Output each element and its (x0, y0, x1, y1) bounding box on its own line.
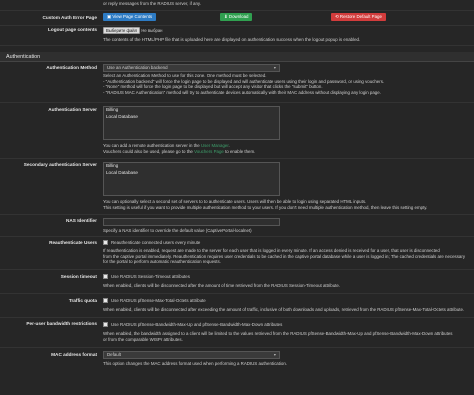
help-text: You can add a remote authentication serv… (103, 143, 201, 148)
nas-identifier-input[interactable] (103, 218, 280, 226)
auth-server-label: Authentication Server (48, 107, 97, 112)
view-page-button[interactable]: ▣ View Page Contents (103, 13, 157, 21)
nas-identifier-label: NAS Identifier (66, 218, 97, 223)
reauthenticate-help: If reauthentication is enabled, request … (103, 248, 466, 265)
authentication-section-header: Authentication (0, 52, 474, 62)
session-timeout-checkbox-wrap[interactable]: Use RADIUS Session-Timeout attributes (103, 274, 466, 280)
auth-method-help: Select an Authentication Method to use f… (103, 73, 466, 95)
mac-format-help: This option changes the MAC address form… (103, 361, 288, 366)
logout-page-label: Logout page contents (48, 27, 97, 32)
help-text: to enable them. (223, 148, 256, 154)
help-text: . (228, 143, 230, 148)
reauthenticate-checkbox-label: Reauthenticate connected users every min… (111, 240, 201, 245)
bandwidth-checkbox-wrap[interactable]: Use RADIUS pfSense-Bandwidth-Max-Up and … (103, 322, 466, 328)
auth-method-selected: Use an Authentication backend (107, 65, 168, 70)
chevron-down-icon: ▾ (273, 352, 276, 357)
previous-setting-row: or reply messages from the RADIUS server… (0, 0, 474, 11)
auth-method-help-line: - "RADIUS MAC Authentication" method wil… (103, 89, 381, 95)
session-timeout-help: When enabled, clients will be disconnect… (103, 283, 341, 288)
traffic-quota-checkbox-label: Use RADIUS pfSense-Max-Total-Octets attr… (111, 298, 206, 303)
bandwidth-label: Per-user bandwidth restrictions (26, 321, 97, 326)
auth-server-option[interactable]: Billing (104, 107, 279, 114)
download-button[interactable]: ⬇ Download (220, 13, 253, 21)
secondary-server-help: You can optionally select a second set o… (103, 199, 466, 210)
session-timeout-checkbox-label: Use RADIUS Session-Timeout attributes (111, 274, 190, 279)
logout-file-input[interactable]: Выберите файл Не выбран (103, 27, 162, 34)
traffic-quota-checkbox-wrap[interactable]: Use RADIUS pfSense-Max-Total-Octets attr… (103, 298, 466, 304)
auth-server-help: You can add a remote authentication serv… (103, 143, 466, 154)
download-icon: ⬇ (224, 14, 228, 19)
session-timeout-row: Session timeout Use RADIUS Session-Timeo… (0, 270, 474, 294)
auth-method-row: Authentication Method Use an Authenticat… (0, 62, 474, 103)
auth-server-help-line-2: Vouchers could also be used, please go t… (103, 149, 466, 155)
secondary-server-option[interactable]: Local Database (104, 170, 279, 177)
mac-format-select[interactable]: Default ▾ (103, 351, 280, 359)
custom-auth-error-label: Custom Auth Error Page (42, 15, 97, 20)
reauthenticate-help-line: If reauthentication is enabled, request … (103, 248, 440, 253)
bandwidth-help-line: or from the comparable WISPr attributes. (103, 336, 183, 342)
logout-page-help: The contents of the HTML/PHP file that i… (103, 37, 361, 42)
choose-file-button[interactable]: Выберите файл (103, 27, 141, 34)
user-manager-link[interactable]: User Manager (201, 143, 229, 148)
view-page-button-label: View Page Contents (112, 14, 153, 19)
secondary-server-option[interactable]: Billing (104, 163, 279, 170)
auth-method-select[interactable]: Use an Authentication backend ▾ (103, 64, 280, 72)
session-timeout-checkbox[interactable] (103, 274, 108, 280)
traffic-quota-checkbox[interactable] (103, 298, 108, 304)
secondary-server-row: Secondary authentication Server Billing … (0, 159, 474, 215)
vouchers-page-link[interactable]: Vouchers Page (194, 149, 224, 154)
reauthenticate-checkbox[interactable] (103, 240, 108, 246)
mac-format-selected: Default (107, 352, 121, 357)
captive-portal-config-page: or reply messages from the RADIUS server… (0, 0, 474, 395)
bandwidth-help-line: When enabled, the bandwidth assigned to … (103, 331, 453, 336)
logout-page-row: Logout page contents Выберите файл Не вы… (0, 26, 474, 46)
chevron-down-icon: ▾ (273, 65, 276, 70)
help-text: Vouchers could also be used, please go t… (103, 148, 195, 154)
restore-default-button[interactable]: ⟲ Restore Default Page (331, 13, 386, 21)
reauthenticate-row: Reauthenticate Users Reauthenticate conn… (0, 237, 474, 270)
reauthenticate-checkbox-wrap[interactable]: Reauthenticate connected users every min… (103, 240, 466, 246)
mac-format-row: MAC address format Default ▾ This option… (0, 348, 474, 368)
restore-default-button-label: Restore Default Page (339, 14, 382, 19)
bandwidth-checkbox-label: Use RADIUS pfSense-Bandwidth-Max-Up and … (111, 322, 283, 327)
traffic-quota-help: When enabled, clients will be disconnect… (103, 307, 465, 312)
nas-identifier-row: NAS Identifier Specify a NAS identifier … (0, 215, 474, 237)
auth-server-listbox[interactable]: Billing Local Database (103, 106, 280, 140)
bandwidth-checkbox[interactable] (103, 322, 108, 328)
nas-identifier-help: Specify a NAS identifier to override the… (103, 228, 252, 233)
session-timeout-label: Session timeout (60, 274, 97, 279)
reauthenticate-help-line: for the portal to perform automatic reau… (103, 259, 221, 265)
restore-icon: ⟲ (335, 14, 339, 19)
auth-server-row: Authentication Server Billing Local Data… (0, 103, 474, 159)
secondary-server-label: Secondary authentication Server (23, 162, 97, 167)
traffic-quota-row: Traffic quota Use RADIUS pfSense-Max-Tot… (0, 294, 474, 318)
previous-setting-help: or reply messages from the RADIUS server… (103, 1, 202, 6)
view-icon: ▣ (107, 14, 112, 19)
file-status: Не выбран (141, 28, 163, 33)
download-button-label: Download (228, 14, 249, 19)
bandwidth-help: When enabled, the bandwidth assigned to … (103, 331, 466, 342)
section-title: Authentication (6, 54, 41, 60)
auth-server-option[interactable]: Local Database (104, 114, 279, 121)
secondary-server-listbox[interactable]: Billing Local Database (103, 162, 280, 196)
auth-method-label: Authentication Method (46, 65, 97, 70)
secondary-server-help-line: This setting is useful if you want to pr… (103, 204, 428, 210)
reauthenticate-label: Reauthenticate Users (49, 240, 97, 245)
custom-auth-error-row: Custom Auth Error Page ▣ View Page Conte… (0, 11, 474, 26)
traffic-quota-label: Traffic quota (68, 298, 97, 303)
mac-format-label: MAC address format (51, 352, 97, 357)
bandwidth-row: Per-user bandwidth restrictions Use RADI… (0, 318, 474, 348)
